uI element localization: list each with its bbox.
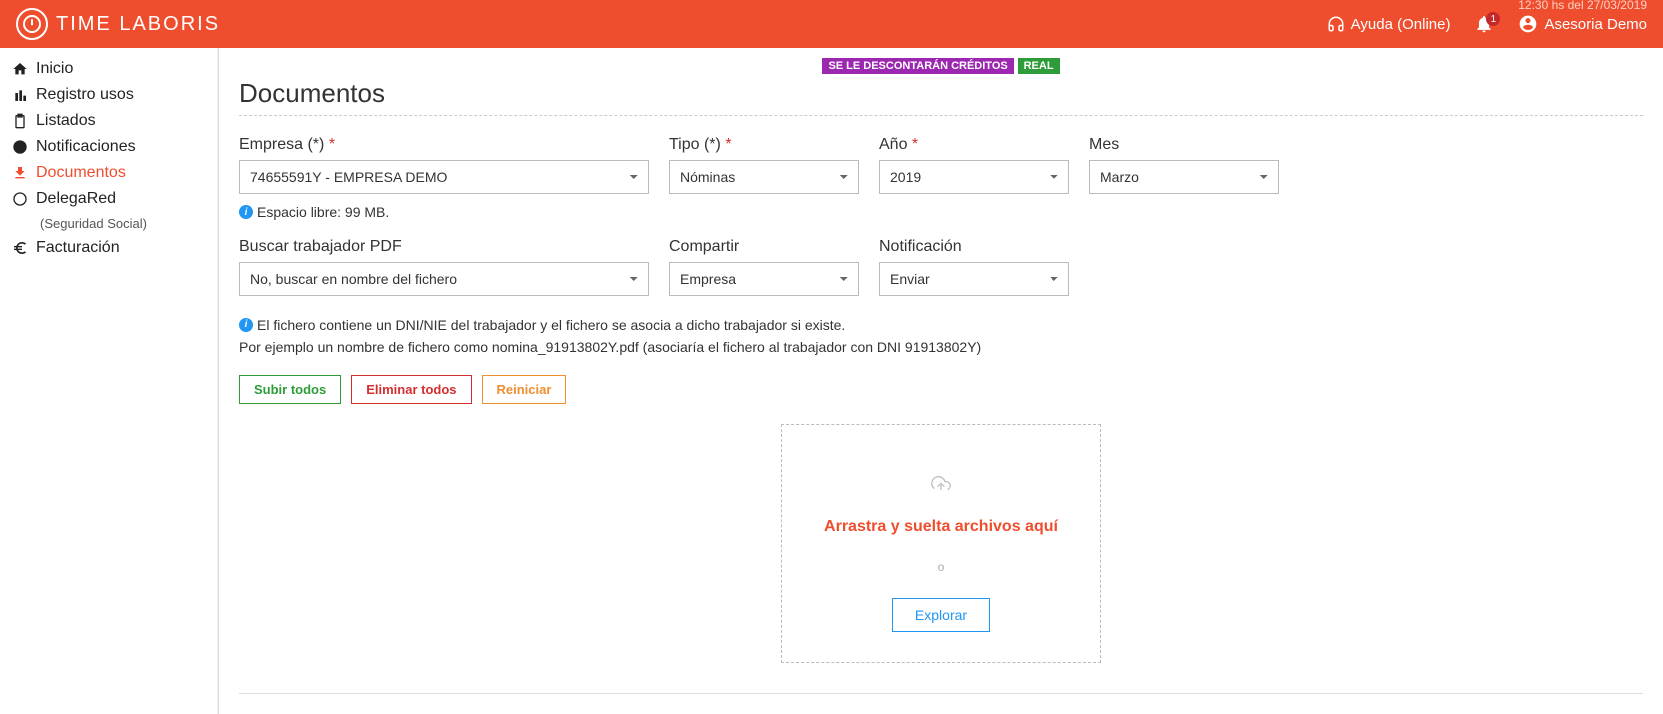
bar-chart-icon bbox=[12, 87, 28, 103]
home-icon bbox=[12, 61, 28, 77]
status-badges: SE LE DESCONTARÁN CRÉDITOS REAL bbox=[239, 56, 1643, 74]
info-icon: i bbox=[239, 318, 253, 332]
header-datetime: 12:30 hs del 27/03/2019 bbox=[1518, 0, 1647, 12]
user-icon bbox=[1518, 14, 1538, 34]
buscar-select[interactable]: No, buscar en nombre del fichero bbox=[239, 262, 649, 296]
sidebar-item-label: Documentos bbox=[36, 164, 126, 182]
field-tipo: Tipo (*) * Nóminas bbox=[669, 136, 859, 220]
field-buscar: Buscar trabajador PDF No, buscar en nomb… bbox=[239, 238, 649, 296]
sidebar-item-label: Facturación bbox=[36, 239, 120, 257]
sidebar-item-label: Inicio bbox=[36, 60, 73, 78]
user-label: Asesoria Demo bbox=[1544, 16, 1647, 33]
divider bbox=[239, 693, 1643, 694]
info-icon: i bbox=[239, 205, 253, 219]
sidebar-item-sublabel: (Seguridad Social) bbox=[12, 216, 205, 231]
tipo-label: Tipo (*) * bbox=[669, 136, 859, 154]
user-menu[interactable]: Asesoria Demo bbox=[1518, 14, 1647, 34]
espacio-libre-info: i Espacio libre: 99 MB. bbox=[239, 204, 649, 220]
headset-icon bbox=[1327, 15, 1345, 33]
form-row-1: Empresa (*) * 74655591Y - EMPRESA DEMO i… bbox=[239, 136, 1643, 220]
info-text: i El fichero contiene un DNI/NIE del tra… bbox=[239, 314, 1643, 359]
compartir-label: Compartir bbox=[669, 238, 859, 256]
real-badge: REAL bbox=[1018, 58, 1060, 74]
sidebar-item-registro[interactable]: Registro usos bbox=[0, 82, 217, 108]
clipboard-icon bbox=[12, 113, 28, 129]
cloud-upload-icon bbox=[802, 475, 1080, 498]
main-content: SE LE DESCONTARÁN CRÉDITOS REAL Document… bbox=[218, 48, 1663, 714]
notificacion-label: Notificación bbox=[879, 238, 1069, 256]
sidebar-item-label: Notificaciones bbox=[36, 138, 136, 156]
notifications-button[interactable]: 1 bbox=[1474, 14, 1494, 34]
ano-label: Año * bbox=[879, 136, 1069, 154]
info-line-2: Por ejemplo un nombre de fichero como no… bbox=[239, 336, 1643, 358]
mes-label: Mes bbox=[1089, 136, 1279, 154]
page-title: Documentos bbox=[239, 78, 1643, 116]
empresa-label: Empresa (*) * bbox=[239, 136, 649, 154]
credits-badge: SE LE DESCONTARÁN CRÉDITOS bbox=[822, 58, 1013, 74]
field-empresa: Empresa (*) * 74655591Y - EMPRESA DEMO i… bbox=[239, 136, 649, 220]
dropzone-title: Arrastra y suelta archivos aquí bbox=[802, 518, 1080, 536]
field-ano: Año * 2019 bbox=[879, 136, 1069, 220]
tipo-select[interactable]: Nóminas bbox=[669, 160, 859, 194]
mes-select[interactable]: Marzo bbox=[1089, 160, 1279, 194]
buscar-label: Buscar trabajador PDF bbox=[239, 238, 649, 256]
dropzone-separator: o bbox=[802, 560, 1080, 574]
sidebar: Inicio Registro usos Listados Notificaci… bbox=[0, 48, 218, 714]
subir-todos-button[interactable]: Subir todos bbox=[239, 375, 341, 404]
sidebar-item-label: Listados bbox=[36, 112, 96, 130]
euro-icon bbox=[12, 240, 28, 256]
file-dropzone[interactable]: Arrastra y suelta archivos aquí o Explor… bbox=[781, 424, 1101, 663]
clock-icon bbox=[16, 8, 48, 40]
notif-count-badge: 1 bbox=[1486, 12, 1500, 26]
action-buttons: Subir todos Eliminar todos Reiniciar bbox=[239, 375, 1643, 404]
help-label: Ayuda (Online) bbox=[1351, 16, 1451, 33]
reiniciar-button[interactable]: Reiniciar bbox=[482, 375, 567, 404]
sidebar-item-label: DelegaRed bbox=[36, 190, 116, 208]
sidebar-item-documentos[interactable]: Documentos bbox=[0, 160, 217, 186]
ano-select[interactable]: 2019 bbox=[879, 160, 1069, 194]
eliminar-todos-button[interactable]: Eliminar todos bbox=[351, 375, 471, 404]
compartir-select[interactable]: Empresa bbox=[669, 262, 859, 296]
circle-icon bbox=[12, 191, 28, 207]
notificacion-select[interactable]: Enviar bbox=[879, 262, 1069, 296]
help-link[interactable]: Ayuda (Online) bbox=[1327, 15, 1451, 33]
app-header: 12:30 hs del 27/03/2019 TIME LABORIS Ayu… bbox=[0, 0, 1663, 48]
form-row-2: Buscar trabajador PDF No, buscar en nomb… bbox=[239, 238, 1643, 296]
field-mes: Mes Marzo bbox=[1089, 136, 1279, 220]
download-icon bbox=[12, 165, 28, 181]
brand-text: TIME LABORIS bbox=[56, 13, 220, 36]
sidebar-item-listados[interactable]: Listados bbox=[0, 108, 217, 134]
sidebar-item-notificaciones[interactable]: Notificaciones bbox=[0, 134, 217, 160]
brand-logo[interactable]: TIME LABORIS bbox=[16, 8, 220, 40]
field-compartir: Compartir Empresa bbox=[669, 238, 859, 296]
info-line-1: El fichero contiene un DNI/NIE del traba… bbox=[257, 314, 845, 336]
empresa-select[interactable]: 74655591Y - EMPRESA DEMO bbox=[239, 160, 649, 194]
explorar-button[interactable]: Explorar bbox=[892, 598, 990, 632]
info-circle-icon bbox=[12, 139, 28, 155]
sidebar-item-delegared[interactable]: DelegaRed (Seguridad Social) bbox=[0, 186, 217, 235]
field-notificacion: Notificación Enviar bbox=[879, 238, 1069, 296]
sidebar-item-label: Registro usos bbox=[36, 86, 134, 104]
sidebar-item-inicio[interactable]: Inicio bbox=[0, 56, 217, 82]
sidebar-item-facturacion[interactable]: Facturación bbox=[0, 235, 217, 261]
